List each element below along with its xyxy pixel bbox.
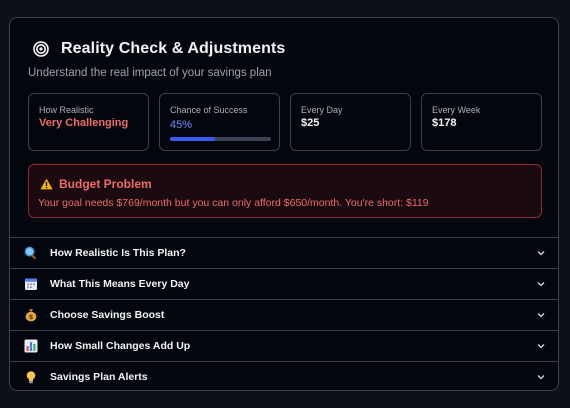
section-label: Choose Savings Boost [50,309,165,321]
section-label: How Small Changes Add Up [50,340,191,352]
alert-message: Your goal needs $769/month but you can o… [38,197,429,209]
stat-label: How Realistic [39,105,94,115]
warning-icon [40,178,53,190]
card-title: Reality Check & Adjustments [61,40,286,57]
section-savings-boost[interactable]: $ Choose Savings Boost [10,299,558,330]
stat-chance-of-success: Chance of Success 45% [159,93,280,151]
chevron-down-icon [537,282,545,287]
sections-accordion: How Realistic Is This Plan? What This Me… [10,237,558,390]
chevron-down-icon [537,375,545,380]
stat-label: Chance of Success [170,105,248,115]
section-every-day[interactable]: What This Means Every Day [10,268,558,299]
stat-value: Very Challenging [39,117,129,129]
money-bag-icon: $ [24,308,38,322]
target-icon [33,41,49,57]
chevron-down-icon [537,251,545,256]
card-subtitle: Understand the real impact of your savin… [28,67,272,79]
chevron-down-icon [537,313,545,318]
chevron-down-icon [537,344,545,349]
stat-how-realistic: How Realistic Very Challenging [28,93,149,151]
section-small-changes[interactable]: How Small Changes Add Up [10,330,558,361]
success-progress-fill [170,137,216,141]
calendar-icon [24,277,38,291]
stat-every-week: Every Week $178 [421,93,542,151]
svg-text:$: $ [29,313,34,321]
section-savings-alerts[interactable]: Savings Plan Alerts [10,361,558,390]
bar-chart-icon [24,339,38,353]
magnifier-icon [24,246,38,260]
light-bulb-icon [24,370,38,384]
card-header: Reality Check & Adjustments [33,40,285,58]
section-label: How Realistic Is This Plan? [50,247,186,259]
budget-problem-alert: Budget Problem Your goal needs $769/mont… [28,164,542,218]
success-progress-bar [170,137,271,141]
stat-value: $178 [432,117,457,129]
stat-value: 45% [170,119,193,131]
section-label: What This Means Every Day [50,278,190,290]
stat-every-day: Every Day $25 [290,93,411,151]
stats-row: How Realistic Very Challenging Chance of… [28,93,542,151]
section-label: Savings Plan Alerts [50,371,148,383]
alert-header: Budget Problem [40,177,152,191]
section-how-realistic[interactable]: How Realistic Is This Plan? [10,237,558,268]
stat-label: Every Day [301,105,343,115]
stat-label: Every Week [432,105,481,115]
alert-title: Budget Problem [59,177,152,191]
stat-value: $25 [301,117,320,129]
reality-check-card: Reality Check & Adjustments Understand t… [9,17,559,391]
